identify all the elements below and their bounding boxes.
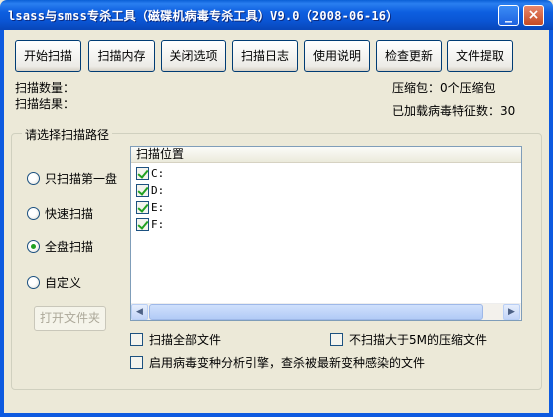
window-frame-right [549, 30, 553, 417]
window-frame-bottom [0, 413, 553, 417]
compressed-count-label: 压缩包：0个压缩包 [392, 81, 496, 95]
checkbox[interactable] [130, 355, 143, 369]
scroll-right-button[interactable]: ▶ [503, 304, 520, 320]
radio-custom[interactable]: 自定义 [27, 274, 81, 290]
checkbox[interactable] [330, 332, 343, 346]
radio-label: 自定义 [45, 275, 82, 290]
list-item-drive-d[interactable]: D: [136, 183, 164, 198]
help-button[interactable]: 使用说明 [304, 40, 370, 72]
list-item-label: C: [151, 167, 165, 180]
checkbox[interactable] [136, 218, 149, 231]
signature-count-label: 已加载病毒特征数：30 [392, 104, 516, 118]
list-item-drive-e[interactable]: E: [136, 200, 164, 215]
scrollbar-thumb[interactable] [149, 304, 483, 320]
radio-full-scan[interactable]: 全盘扫描 [27, 238, 93, 254]
list-item-label: F: [151, 218, 165, 231]
minimize-button[interactable]: _ [498, 5, 519, 26]
radio-first-disk[interactable]: 只扫描第一盘 [27, 170, 117, 186]
extract-file-button[interactable]: 文件提取 [447, 40, 513, 72]
radio-button[interactable] [27, 171, 40, 185]
skip-large-archives-option[interactable]: 不扫描大于5M的压缩文件 [330, 331, 487, 347]
scan-path-group-title: 请选择扫描路径 [22, 126, 113, 143]
list-item-drive-f[interactable]: F: [136, 217, 164, 232]
check-update-button[interactable]: 检查更新 [376, 40, 442, 72]
title-bar: lsass与smss专杀工具（磁碟机病毒专杀工具）V9.0（2008-06-16… [0, 0, 553, 30]
radio-button[interactable] [27, 206, 40, 220]
list-item-label: D: [151, 184, 165, 197]
window-frame-left [0, 30, 4, 417]
start-scan-button[interactable]: 开始扫描 [15, 40, 81, 72]
radio-label: 快速扫描 [45, 206, 94, 221]
radio-label: 全盘扫描 [45, 239, 94, 254]
radio-button[interactable] [27, 239, 40, 253]
check-label: 启用病毒变种分析引擎，查杀被最新变种感染的文件 [149, 355, 426, 370]
window-title: lsass与smss专杀工具（磁碟机病毒专杀工具）V9.0（2008-06-16… [8, 9, 399, 23]
radio-label: 只扫描第一盘 [45, 171, 118, 186]
radio-quick-scan[interactable]: 快速扫描 [27, 205, 93, 221]
scan-location-list[interactable]: 扫描位置 C: D: E: F: ◀ ▶ [130, 146, 522, 321]
minimize-icon: _ [505, 7, 512, 23]
close-icon: × [527, 7, 540, 23]
horizontal-scrollbar[interactable]: ◀ ▶ [131, 303, 521, 320]
list-item-label: E: [151, 201, 165, 214]
checkbox[interactable] [136, 201, 149, 214]
arrow-left-icon: ◀ [136, 307, 143, 317]
check-label: 扫描全部文件 [149, 332, 222, 347]
scan-count-label: 扫描数量： [15, 81, 76, 95]
list-item-drive-c[interactable]: C: [136, 166, 164, 181]
close-options-button[interactable]: 关闭选项 [161, 40, 226, 72]
scan-memory-button[interactable]: 扫描内存 [88, 40, 155, 72]
scroll-left-button[interactable]: ◀ [131, 304, 148, 320]
checkbox[interactable] [136, 184, 149, 197]
list-column-header[interactable]: 扫描位置 [131, 147, 521, 163]
scan-all-files-option[interactable]: 扫描全部文件 [130, 331, 221, 347]
checkbox[interactable] [136, 167, 149, 180]
variant-engine-option[interactable]: 启用病毒变种分析引擎，查杀被最新变种感染的文件 [130, 354, 425, 370]
close-button[interactable]: × [523, 5, 544, 26]
checkbox[interactable] [130, 332, 143, 346]
scan-result-label: 扫描结果： [15, 97, 76, 111]
radio-button[interactable] [27, 275, 40, 289]
open-folder-button[interactable]: 打开文件夹 [34, 306, 106, 331]
check-label: 不扫描大于5M的压缩文件 [349, 332, 487, 347]
scan-log-button[interactable]: 扫描日志 [232, 40, 298, 72]
arrow-right-icon: ▶ [508, 307, 515, 317]
